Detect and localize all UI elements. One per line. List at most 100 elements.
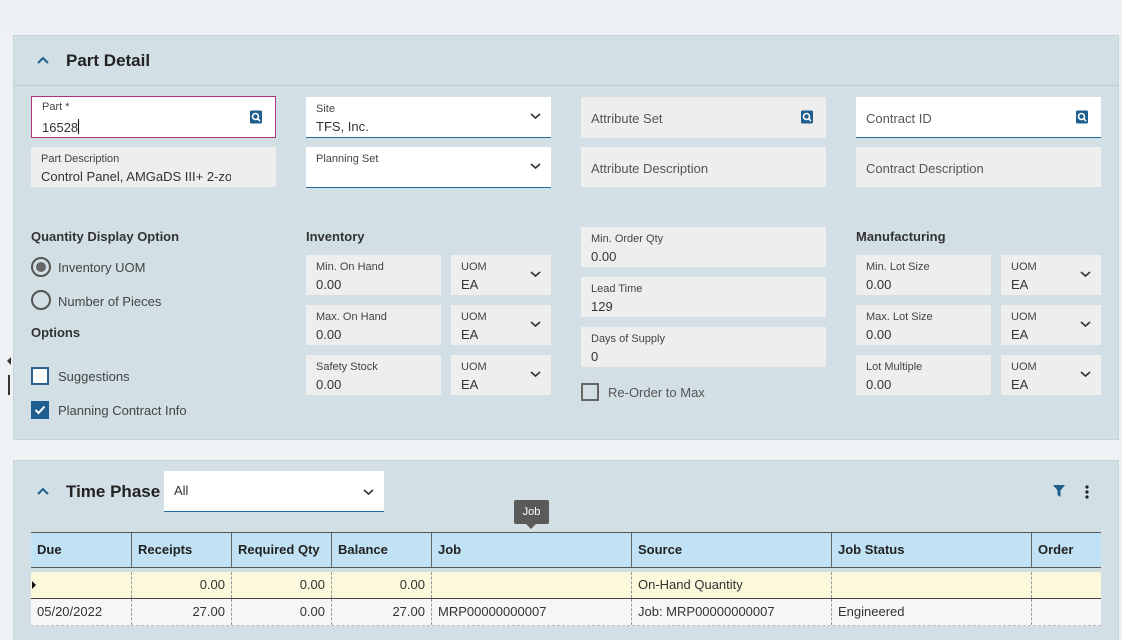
uom-value: EA: [1011, 377, 1029, 392]
filter-icon[interactable]: [1053, 485, 1065, 497]
cell-due[interactable]: 05/20/2022: [31, 599, 131, 625]
chevron-down-icon: [530, 271, 541, 278]
table-row[interactable]: 05/20/2022 27.00 0.00 27.00 MRP000000000…: [31, 599, 1101, 626]
uom-value: EA: [1011, 327, 1029, 342]
max-on-hand-label: Max. On Hand: [316, 311, 387, 323]
uom-value: EA: [1011, 277, 1029, 292]
more-vertical-icon[interactable]: [1085, 485, 1089, 499]
min-on-hand-value: 0.00: [316, 277, 342, 292]
lot-multiple-label: Lot Multiple: [866, 361, 923, 373]
max-on-hand-field[interactable]: Max. On Hand 0.00: [306, 305, 441, 345]
cell-job[interactable]: [431, 572, 631, 598]
splitter-handle[interactable]: [7, 357, 11, 395]
contract-id-field[interactable]: Contract ID: [856, 97, 1101, 138]
chevron-down-icon: [530, 113, 541, 120]
cell-required-qty[interactable]: 0.00: [231, 599, 331, 625]
cell-job-status[interactable]: [831, 572, 1031, 598]
caret-left-icon: [7, 357, 11, 365]
column-header-job[interactable]: Job: [431, 533, 631, 567]
days-of-supply-label: Days of Supply: [591, 333, 665, 345]
contract-description-field: Contract Description: [856, 147, 1101, 187]
search-lookup-icon[interactable]: [249, 110, 263, 124]
cell-source[interactable]: On-Hand Quantity: [631, 572, 831, 598]
days-of-supply-field[interactable]: Days of Supply 0: [581, 327, 826, 367]
reorder-to-max-label: Re-Order to Max: [608, 385, 705, 400]
cell-order[interactable]: [1031, 572, 1101, 598]
suggestions-label: Suggestions: [58, 369, 130, 384]
uom-label: UOM: [1011, 361, 1037, 373]
lot-multiple-uom-select[interactable]: UOM EA: [1001, 355, 1101, 395]
cell-required-qty[interactable]: 0.00: [231, 572, 331, 598]
safety-stock-field[interactable]: Safety Stock 0.00: [306, 355, 441, 395]
part-field[interactable]: Part * 16528: [31, 96, 276, 138]
column-tooltip: Job: [514, 500, 549, 529]
lead-time-value: 129: [591, 299, 613, 314]
part-value: 16528: [42, 120, 79, 135]
min-lot-size-value: 0.00: [866, 277, 892, 292]
min-on-hand-label: Min. On Hand: [316, 261, 384, 273]
cell-receipts[interactable]: 0.00: [131, 572, 231, 598]
column-header-job-status[interactable]: Job Status: [831, 533, 1031, 567]
manufacturing-label: Manufacturing: [856, 229, 946, 244]
uom-label: UOM: [461, 361, 487, 373]
lead-time-field[interactable]: Lead Time 129: [581, 277, 826, 317]
min-lot-size-label: Min. Lot Size: [866, 261, 930, 273]
cell-order[interactable]: [1031, 599, 1101, 625]
attribute-set-placeholder: Attribute Set: [591, 111, 663, 126]
lot-multiple-value: 0.00: [866, 377, 892, 392]
planning-contract-info-checkbox[interactable]: [31, 401, 49, 419]
lot-multiple-field[interactable]: Lot Multiple 0.00: [856, 355, 991, 395]
radio-inventory-uom[interactable]: [31, 257, 51, 277]
search-lookup-icon[interactable]: [1075, 110, 1089, 124]
panel-title: Time Phase: [66, 482, 161, 501]
chevron-up-icon[interactable]: [36, 55, 50, 65]
table-header: Due Receipts Required Qty Balance Job So…: [31, 532, 1101, 568]
planning-set-label: Planning Set: [316, 153, 379, 165]
table-row[interactable]: 0.00 0.00 0.00 On-Hand Quantity: [31, 572, 1101, 599]
min-on-hand-uom-select[interactable]: UOM EA: [451, 255, 551, 295]
cell-source[interactable]: Job: MRP00000000007: [631, 599, 831, 625]
max-lot-size-label: Max. Lot Size: [866, 311, 933, 323]
contract-description-placeholder: Contract Description: [866, 161, 984, 176]
min-order-qty-field[interactable]: Min. Order Qty 0.00: [581, 227, 826, 267]
attribute-set-field[interactable]: Attribute Set: [581, 97, 826, 138]
chevron-down-icon: [1080, 271, 1091, 278]
cell-job[interactable]: MRP00000000007: [431, 599, 631, 625]
time-phase-filter-select[interactable]: All: [164, 471, 384, 512]
uom-label: UOM: [461, 311, 487, 323]
safety-stock-uom-select[interactable]: UOM EA: [451, 355, 551, 395]
site-label: Site: [316, 103, 335, 115]
site-value: TFS, Inc.: [316, 119, 369, 134]
splitter-bar: [8, 375, 10, 395]
uom-label: UOM: [1011, 261, 1037, 273]
column-header-balance[interactable]: Balance: [331, 533, 431, 567]
cell-balance[interactable]: 0.00: [331, 572, 431, 598]
column-header-source[interactable]: Source: [631, 533, 831, 567]
max-lot-size-uom-select[interactable]: UOM EA: [1001, 305, 1101, 345]
column-header-due[interactable]: Due: [31, 533, 131, 567]
min-lot-size-uom-select[interactable]: UOM EA: [1001, 255, 1101, 295]
column-header-order[interactable]: Order: [1031, 533, 1101, 567]
min-on-hand-field[interactable]: Min. On Hand 0.00: [306, 255, 441, 295]
planning-set-select[interactable]: Planning Set: [306, 147, 551, 188]
column-header-receipts[interactable]: Receipts: [131, 533, 231, 567]
radio-number-of-pieces[interactable]: [31, 290, 51, 310]
max-lot-size-field[interactable]: Max. Lot Size 0.00: [856, 305, 991, 345]
cell-receipts[interactable]: 27.00: [131, 599, 231, 625]
cell-balance[interactable]: 27.00: [331, 599, 431, 625]
cell-job-status[interactable]: Engineered: [831, 599, 1031, 625]
search-lookup-icon[interactable]: [800, 110, 814, 124]
column-header-required-qty[interactable]: Required Qty: [231, 533, 331, 567]
quantity-display-label: Quantity Display Option: [31, 229, 180, 244]
chevron-up-icon[interactable]: [36, 486, 50, 496]
reorder-to-max-checkbox[interactable]: [581, 383, 599, 401]
cell-due[interactable]: [31, 572, 131, 598]
max-lot-size-value: 0.00: [866, 327, 892, 342]
suggestions-checkbox[interactable]: [31, 367, 49, 385]
site-select[interactable]: Site TFS, Inc.: [306, 97, 551, 138]
max-on-hand-uom-select[interactable]: UOM EA: [451, 305, 551, 345]
uom-value: EA: [461, 277, 479, 292]
min-lot-size-field[interactable]: Min. Lot Size 0.00: [856, 255, 991, 295]
part-detail-header[interactable]: Part Detail: [14, 36, 1118, 86]
options-label: Options: [31, 325, 81, 340]
